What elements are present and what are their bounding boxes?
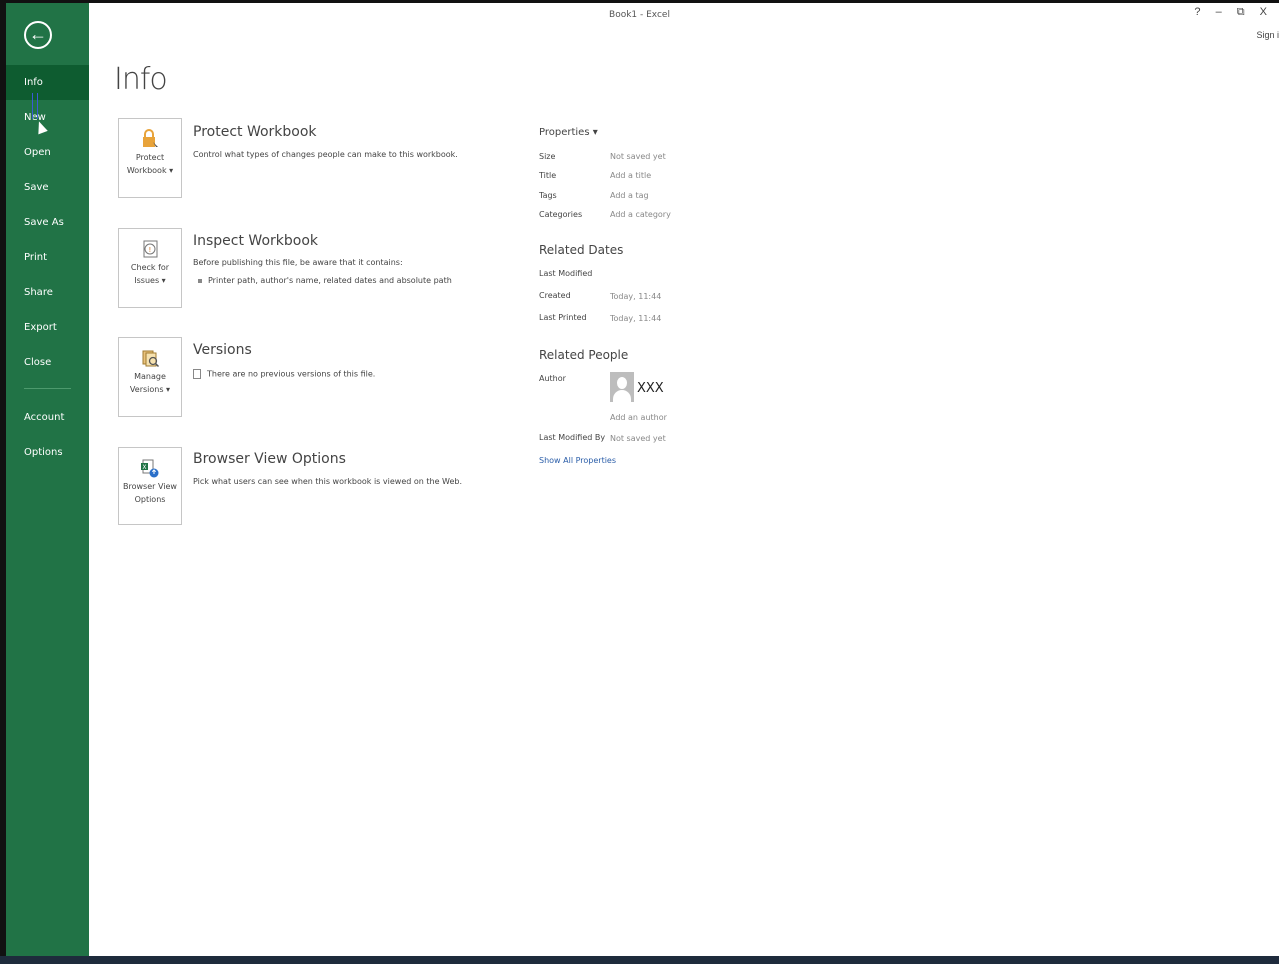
nav-item-info[interactable]: Info [6,65,89,100]
protect-workbook-button[interactable]: Protect Workbook ▾ [118,118,182,198]
prop-value-title[interactable]: Add a title [610,171,651,180]
nav-item-print[interactable]: Print [6,240,89,275]
inspect-icon: ! [143,240,158,258]
backstage-sidebar: ← Info New Open Save Save As Print Share… [6,3,89,956]
tile-label: Protect [135,153,165,162]
prop-value-tags[interactable]: Add a tag [610,191,649,200]
properties-panel: Properties ▾ Size Not saved yet Title Ad… [539,127,739,477]
date-value-created: Today, 11:44 [610,292,662,301]
date-value-last-printed: Today, 11:44 [610,314,662,323]
prop-label-size: Size [539,152,556,161]
date-label-last-modified: Last Modified [539,269,593,278]
tile-label: Issues ▾ [134,276,166,285]
show-all-properties-link[interactable]: Show All Properties [539,456,616,465]
tile-label: Browser View [123,482,177,491]
browser-view-options-button[interactable]: X Browser View Options [118,447,182,525]
nav-separator [24,388,71,389]
taskbar [0,956,1279,964]
tile-label: Options [134,495,166,504]
nav-item-open[interactable]: Open [6,135,89,170]
browser-view-title: Browser View Options [193,451,346,467]
tile-label: Versions ▾ [129,385,171,394]
tile-label: Manage [134,372,166,381]
protect-workbook-title: Protect Workbook [193,124,317,140]
prop-label-tags: Tags [539,191,557,200]
protect-workbook-desc: Control what types of changes people can… [193,150,458,159]
document-icon [193,369,201,379]
versions-desc-row: There are no previous versions of this f… [193,369,375,379]
window-frame-top [0,0,1279,3]
avatar [610,372,634,402]
inspect-workbook-desc: Before publishing this file, be aware th… [193,258,403,267]
properties-dropdown[interactable]: Properties ▾ [539,127,598,138]
nav-item-options[interactable]: Options [6,435,89,470]
prop-value-size: Not saved yet [610,152,666,161]
versions-title: Versions [193,342,252,358]
sign-in-link[interactable]: Sign i [1256,30,1279,40]
nav-item-account[interactable]: Account [6,400,89,435]
text-cursor-indicator [32,93,38,119]
browser-view-desc: Pick what users can see when this workbo… [193,477,463,486]
nav-item-share[interactable]: Share [6,275,89,310]
check-for-issues-button[interactable]: ! Check for Issues ▾ [118,228,182,308]
manage-versions-button[interactable]: Manage Versions ▾ [118,337,182,417]
nav-item-save-as[interactable]: Save As [6,205,89,240]
nav-item-save[interactable]: Save [6,170,89,205]
prop-value-categories[interactable]: Add a category [610,210,671,219]
related-people-heading: Related People [539,348,629,362]
window-title: Book1 - Excel [609,10,670,20]
page-title: Info [114,62,168,97]
svg-text:!: ! [149,246,152,254]
back-arrow-icon[interactable]: ← [24,21,52,49]
svg-text:X: X [142,464,146,471]
prop-label-title: Title [539,171,557,180]
lock-icon [143,129,158,147]
tile-label: Workbook ▾ [126,166,174,175]
last-modified-by-label: Last Modified By [539,433,606,442]
date-label-created: Created [539,291,571,300]
tile-label: Check for [130,263,170,272]
versions-desc: There are no previous versions of this f… [207,369,376,379]
prop-label-categories: Categories [539,210,583,219]
inspect-bullet: Printer path, author's name, related dat… [198,276,452,285]
add-author-field[interactable]: Add an author [610,413,667,422]
author-name[interactable]: XXX [637,381,664,396]
bullet-icon [198,278,202,283]
nav-item-close[interactable]: Close [6,345,89,380]
backstage-nav: Info New Open Save Save As Print Share E… [6,65,89,470]
inspect-workbook-title: Inspect Workbook [193,233,319,249]
date-label-last-printed: Last Printed [539,313,587,322]
related-dates-heading: Related Dates [539,243,624,257]
avatar-head [617,377,627,389]
window-controls[interactable]: ? – ⧉ X [1194,6,1273,19]
last-modified-by-value: Not saved yet [610,434,666,443]
browser-view-icon: X [141,459,159,478]
inspect-bullet-text: Printer path, author's name, related dat… [208,276,452,285]
avatar-body [613,390,631,402]
nav-item-export[interactable]: Export [6,310,89,345]
versions-icon [142,350,160,368]
author-label: Author [539,374,566,383]
